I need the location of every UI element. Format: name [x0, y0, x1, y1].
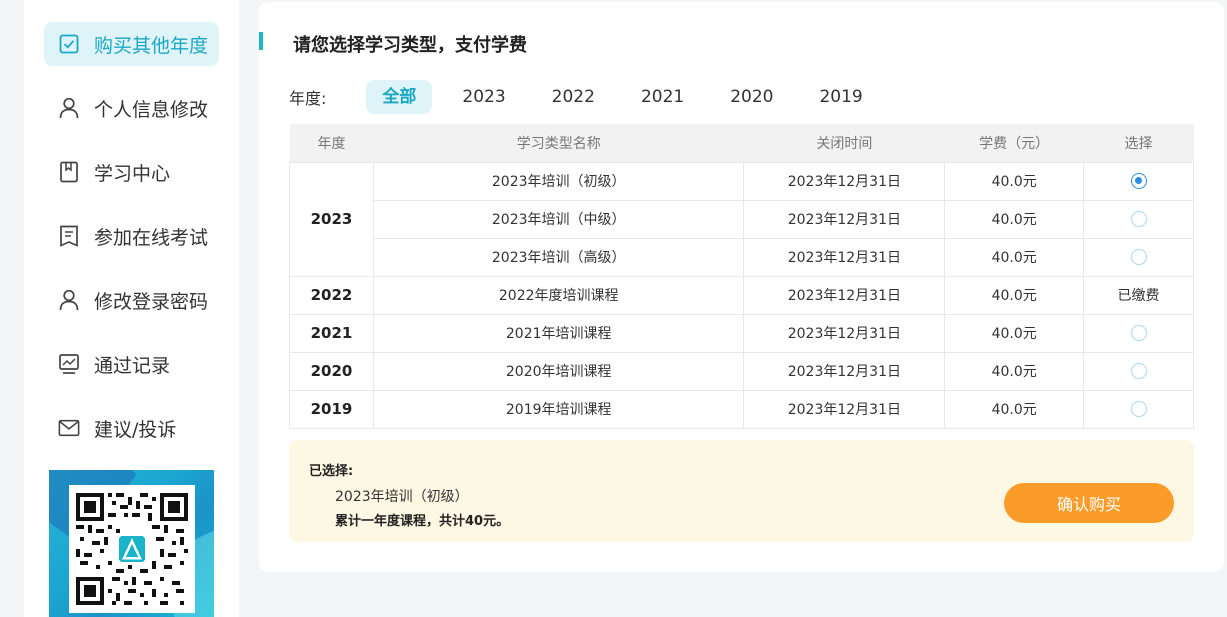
sidebar-item-profile[interactable]: 个人信息修改: [44, 86, 219, 130]
sidebar-item-pass-records[interactable]: 通过记录: [44, 342, 219, 386]
qr-code-banner: [49, 470, 214, 617]
table-row: 2023 2023年培训（初级） 2023年12月31日 40.0元: [289, 161, 1194, 277]
row-close-time: 2023年12月31日: [743, 351, 946, 391]
year-tab-all[interactable]: 全部: [366, 80, 433, 114]
row-select-cell: [1083, 161, 1194, 201]
row-fee: 40.0元: [944, 275, 1085, 315]
paid-status: 已缴费: [1083, 275, 1194, 315]
header-fee: 学费（元）: [944, 124, 1084, 162]
sidebar-item-label: 通过记录: [94, 354, 171, 377]
header-course-name: 学习类型名称: [373, 124, 744, 162]
chart-icon: [58, 353, 80, 375]
select-radio[interactable]: [1130, 211, 1147, 227]
row-fee: 40.0元: [944, 199, 1085, 239]
user-icon: [58, 97, 80, 119]
header-year: 年度: [289, 124, 374, 162]
row-close-time: 2023年12月31日: [743, 313, 946, 353]
selection-summary: 已选择: 2023年培训（初级） 累计一年度课程，共计40元。 确认购买: [289, 440, 1194, 542]
sidebar-item-label: 修改登录密码: [94, 290, 209, 313]
row-course-name: 2021年培训课程: [372, 313, 745, 353]
row-fee: 40.0元: [944, 313, 1085, 353]
row-year: 2022: [289, 275, 374, 315]
sidebar-item-online-exam[interactable]: 参加在线考试: [44, 214, 219, 258]
row-course-name: 2022年度培训课程: [372, 275, 745, 315]
sidebar-item-feedback[interactable]: 建议/投诉: [44, 406, 219, 450]
row-close-time: 2023年12月31日: [743, 237, 946, 277]
row-year: 2023: [289, 161, 374, 277]
table-row: 2020 2020年培训课程 2023年12月31日 40.0元: [289, 351, 1194, 391]
sidebar-item-label: 参加在线考试: [94, 226, 209, 249]
sidebar: 购买其他年度 个人信息修改 学习中心 参加在线考试 修改登录密码 通过记录 建议…: [24, 0, 239, 617]
user-icon: [58, 289, 80, 311]
table-header-row: 年度 学习类型名称 关闭时间 学费（元） 选择: [289, 124, 1194, 162]
sidebar-item-label: 个人信息修改: [94, 98, 209, 121]
main-panel: 请您选择学习类型，支付学费 年度: 全部 2023 2022 2021 2020…: [259, 2, 1224, 572]
row-fee: 40.0元: [944, 389, 1085, 429]
header-select: 选择: [1083, 124, 1194, 162]
select-radio[interactable]: [1130, 173, 1147, 189]
mail-icon: [58, 417, 80, 439]
summary-selected-item: 2023年培训（初级）: [335, 489, 469, 505]
confirm-purchase-button[interactable]: 确认购买: [1004, 483, 1174, 523]
sidebar-item-label: 购买其他年度: [94, 34, 209, 57]
summary-heading: 已选择:: [309, 464, 354, 479]
row-course-name: 2020年培训课程: [372, 351, 745, 391]
page-title: 请您选择学习类型，支付学费: [293, 35, 527, 56]
select-radio[interactable]: [1130, 249, 1147, 265]
title-accent-bar: [259, 32, 263, 50]
year-tab-2022[interactable]: 2022: [536, 80, 611, 114]
table-row: 2023年培训（高级） 2023年12月31日 40.0元: [290, 237, 1194, 277]
summary-total: 累计一年度课程，共计40元。: [335, 514, 510, 529]
row-select-cell: [1083, 351, 1194, 391]
table-row: 2023年培训（中级） 2023年12月31日 40.0元: [290, 199, 1194, 239]
qr-code: [69, 485, 195, 613]
year-tab-2020[interactable]: 2020: [714, 80, 789, 114]
sidebar-item-learning-center[interactable]: 学习中心: [44, 150, 219, 194]
year-tab-2023[interactable]: 2023: [446, 80, 521, 114]
row-fee: 40.0元: [944, 161, 1085, 201]
sidebar-item-label: 学习中心: [94, 162, 171, 185]
header-close-time: 关闭时间: [743, 124, 945, 162]
select-radio[interactable]: [1130, 363, 1147, 379]
sidebar-item-label: 建议/投诉: [94, 418, 177, 441]
row-close-time: 2023年12月31日: [743, 199, 946, 239]
row-select-cell: [1083, 389, 1194, 429]
book-icon: [58, 161, 80, 183]
row-close-time: 2023年12月31日: [743, 389, 946, 429]
row-close-time: 2023年12月31日: [743, 161, 946, 201]
sidebar-item-change-password[interactable]: 修改登录密码: [44, 278, 219, 322]
year-tab-2019[interactable]: 2019: [803, 80, 878, 114]
table-row: 2019 2019年培训课程 2023年12月31日 40.0元: [289, 389, 1194, 429]
row-course-name: 2023年培训（初级）: [372, 161, 745, 201]
row-course-name: 2023年培训（中级）: [372, 199, 745, 239]
row-year: 2020: [289, 351, 374, 391]
table-row: 2021 2021年培训课程 2023年12月31日 40.0元: [289, 313, 1194, 353]
row-year: 2019: [289, 389, 374, 429]
sidebar-item-buy-other-years[interactable]: 购买其他年度: [44, 22, 219, 66]
row-select-cell: [1083, 237, 1194, 277]
exam-icon: [58, 225, 80, 247]
row-fee: 40.0元: [944, 351, 1085, 391]
year-filter: 年度: 全部 2023 2022 2021 2020 2019: [289, 80, 893, 114]
select-radio[interactable]: [1130, 401, 1147, 417]
row-close-time: 2023年12月31日: [743, 275, 946, 315]
row-fee: 40.0元: [944, 237, 1085, 277]
select-radio[interactable]: [1130, 325, 1147, 341]
row-year: 2021: [289, 313, 374, 353]
row-select-cell: [1083, 199, 1194, 239]
year-tab-2021[interactable]: 2021: [625, 80, 700, 114]
row-course-name: 2023年培训（高级）: [372, 237, 745, 277]
row-select-cell: [1083, 313, 1194, 353]
year-filter-label: 年度:: [289, 89, 327, 108]
table-row: 2022 2022年度培训课程 2023年12月31日 40.0元 已缴费: [289, 275, 1194, 315]
row-course-name: 2019年培训课程: [372, 389, 745, 429]
course-fee-table: 年度 学习类型名称 关闭时间 学费（元） 选择 2023 2023年培训（初级）…: [289, 124, 1194, 429]
checkbox-icon: [58, 33, 80, 55]
